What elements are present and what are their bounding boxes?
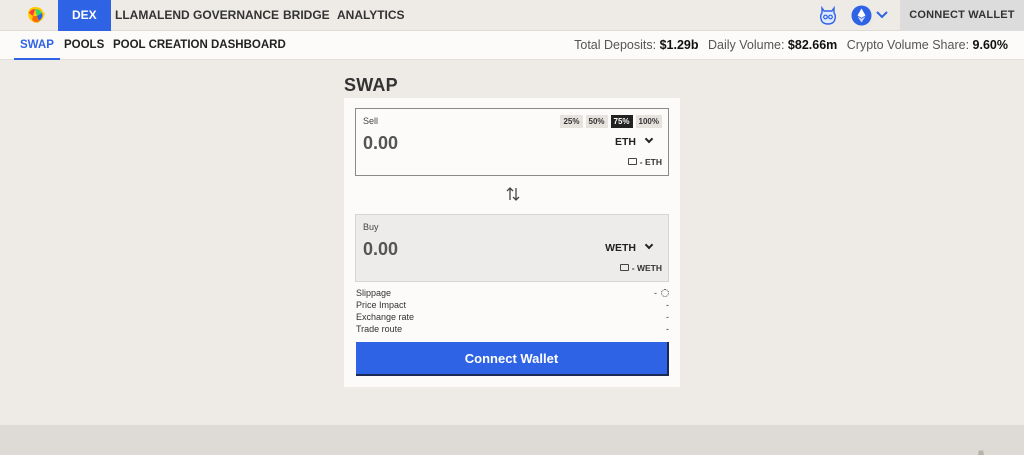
wallet-icon (619, 264, 629, 271)
price-impact-value: - (666, 300, 669, 310)
buy-balance: - WETH (619, 263, 662, 273)
sub-navbar: SWAP POOLS POOL CREATION DASHBOARD Total… (0, 31, 1024, 60)
total-deposits-value: $1.29b (659, 38, 699, 52)
trade-route-row: Trade route - (356, 324, 669, 336)
percent-25-button[interactable]: 25% (560, 115, 583, 128)
crypto-volume-share-label: Crypto Volume Share: (846, 38, 970, 52)
exchange-rate-value: - (666, 312, 669, 322)
page-title: SWAP (344, 75, 398, 95)
slippage-value-wrap: - (654, 288, 669, 298)
nav-dex[interactable]: DEX (58, 0, 111, 31)
chevron-down-icon (644, 134, 654, 144)
percent-selector: 25% 50% 75% 100% (560, 115, 662, 128)
nav-llamalend[interactable]: LLAMALEND (115, 0, 190, 31)
tab-dashboard[interactable]: DASHBOARD (211, 31, 286, 60)
top-navbar: DEX LLAMALEND GOVERNANCE BRIDGE ANALYTIC… (0, 0, 1024, 31)
exchange-rate-row: Exchange rate - (356, 312, 669, 324)
buy-amount-output: 0.00 (363, 239, 399, 259)
sell-token-select[interactable]: ETH (615, 134, 654, 148)
gear-icon[interactable] (661, 289, 669, 297)
tab-swap[interactable]: SWAP (14, 31, 60, 60)
stats-bar: Total Deposits: $1.29b Daily Volume: $82… (574, 31, 1008, 60)
nav-governance[interactable]: GOVERNANCE (193, 0, 279, 31)
price-impact-label: Price Impact (356, 300, 407, 310)
price-impact-row: Price Impact - (356, 300, 669, 312)
total-deposits-label: Total Deposits: (574, 38, 657, 52)
percent-100-button[interactable]: 100% (635, 115, 662, 128)
tab-pools[interactable]: POOLS (64, 31, 104, 60)
sell-label: Sell (363, 116, 379, 126)
sell-amount-input[interactable]: 0.00 (363, 133, 398, 154)
percent-75-button[interactable]: 75% (610, 115, 633, 128)
exchange-rate-label: Exchange rate (356, 312, 415, 322)
buy-label: Buy (363, 222, 379, 232)
llama-logo-icon[interactable] (25, 4, 47, 26)
trade-route-value: - (666, 324, 669, 334)
theme-llama-icon[interactable] (818, 5, 838, 26)
nav-analytics[interactable]: ANALYTICS (337, 0, 405, 31)
slippage-label: Slippage (356, 288, 392, 298)
ethereum-icon[interactable] (851, 5, 872, 26)
sell-balance: - ETH (627, 157, 662, 167)
swap-panel: Sell 25% 50% 75% 100% 0.00 ETH - ETH Buy… (344, 98, 680, 387)
sell-balance-value: - ETH (639, 157, 662, 167)
buy-token-select[interactable]: WETH (605, 240, 654, 254)
slippage-value: - (654, 288, 657, 298)
daily-volume-label: Daily Volume: (708, 38, 785, 52)
daily-volume-value: $82.66m (787, 38, 838, 52)
wallet-icon (627, 158, 637, 165)
percent-50-button[interactable]: 50% (585, 115, 608, 128)
llama-footer-icon (978, 450, 984, 455)
buy-token-symbol: WETH (605, 242, 636, 254)
swap-arrows-icon[interactable] (505, 186, 521, 202)
sell-box: Sell 25% 50% 75% 100% 0.00 ETH - ETH (355, 108, 669, 176)
buy-balance-value: - WETH (631, 263, 662, 273)
chevron-down-icon (644, 240, 654, 250)
chevron-down-icon[interactable] (876, 11, 888, 19)
crypto-volume-share-value: 9.60% (972, 38, 1008, 52)
footer (0, 425, 1024, 455)
sell-token-symbol: ETH (615, 136, 636, 148)
nav-bridge[interactable]: BRIDGE (283, 0, 330, 31)
trade-route-label: Trade route (356, 324, 403, 334)
tab-pool-creation[interactable]: POOL CREATION (113, 31, 208, 60)
buy-box: Buy 0.00 WETH - WETH (355, 214, 669, 282)
connect-wallet-nav-button[interactable]: CONNECT WALLET (900, 0, 1024, 31)
slippage-row: Slippage - (356, 288, 669, 300)
connect-wallet-button[interactable]: Connect Wallet (356, 342, 669, 376)
